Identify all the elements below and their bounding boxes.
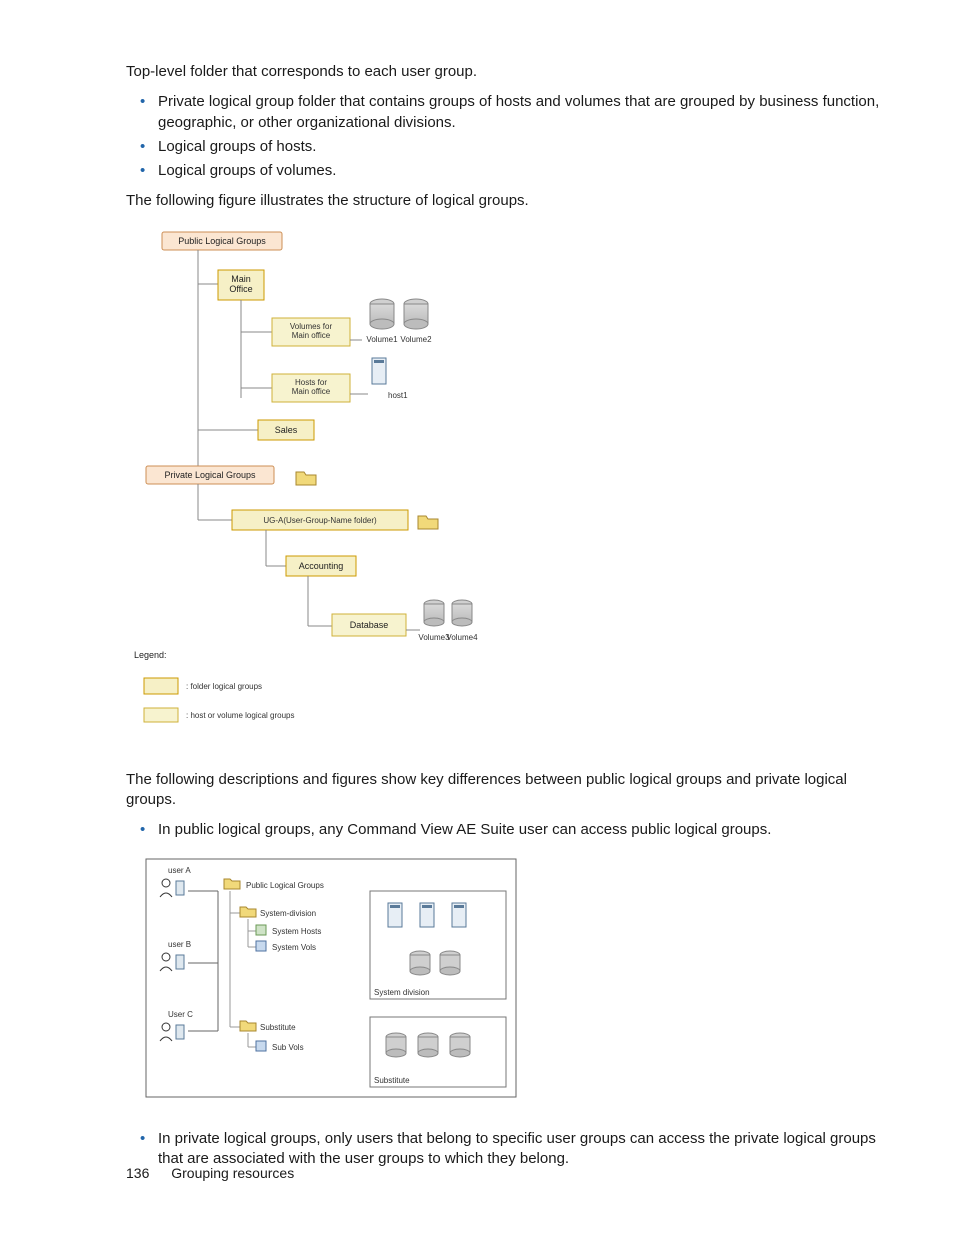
label-sys-div: System-division — [260, 909, 316, 918]
host-icon — [420, 903, 434, 927]
intro-text: Top-level folder that corresponds to eac… — [126, 62, 894, 82]
host-icon — [452, 903, 466, 927]
list-item: Logical groups of volumes. — [136, 161, 894, 181]
label-substitute: Substitute — [260, 1023, 296, 1032]
host-icon — [388, 903, 402, 927]
list-item: Private logical group folder that contai… — [136, 92, 894, 133]
label-public-lg: Public Logical Groups — [178, 236, 266, 246]
label-vol3: Volume3 — [418, 633, 450, 642]
figure-logical-groups-structure: Public Logical Groups MainOffice Volumes… — [126, 226, 894, 752]
label-sub-vols: Sub Vols — [272, 1043, 304, 1052]
vols-icon — [256, 1041, 266, 1051]
label-vol1: Volume1 — [366, 335, 398, 344]
folder-icon — [224, 879, 240, 889]
label-vols-main: Volumes forMain office — [290, 322, 333, 340]
cylinder-icon — [440, 951, 460, 975]
legend-swatch-hv — [144, 708, 178, 722]
label-main-office: MainOffice — [229, 274, 252, 294]
figure-public-access: user A user B User C Public Logical Grou… — [126, 855, 894, 1111]
page-number: 136 — [126, 1165, 149, 1181]
label-sys-hosts: System Hosts — [272, 927, 321, 936]
mid-bullet-list: In public logical groups, any Command Vi… — [136, 820, 894, 840]
top-bullet-list: Private logical group folder that contai… — [136, 92, 894, 181]
label-sales: Sales — [275, 425, 298, 435]
vols-icon — [256, 941, 266, 951]
folder-icon — [240, 907, 256, 917]
cylinder-icon — [418, 1033, 438, 1057]
label-user-c: User C — [168, 1010, 193, 1019]
hosts-icon — [256, 925, 266, 935]
label-public-lg2: Public Logical Groups — [246, 881, 324, 890]
mid-paragraph: The following descriptions and figures s… — [126, 770, 894, 811]
legend-swatch-folder — [144, 678, 178, 694]
legend-title: Legend: — [134, 650, 167, 660]
cylinder-icon — [424, 600, 444, 626]
list-item: Logical groups of hosts. — [136, 137, 894, 157]
cylinder-icon — [404, 299, 428, 329]
figure-lead: The following figure illustrates the str… — [126, 191, 894, 211]
label-sys-vols: System Vols — [272, 943, 316, 952]
folder-icon — [418, 516, 438, 529]
section-title-footer: Grouping resources — [171, 1165, 294, 1181]
folder-icon — [240, 1021, 256, 1031]
label-vol4: Volume4 — [446, 633, 478, 642]
label-accounting: Accounting — [299, 561, 344, 571]
label-box-sub: Substitute — [374, 1076, 410, 1085]
label-hosts-main: Hosts forMain office — [292, 378, 331, 396]
label-private-lg: Private Logical Groups — [164, 470, 256, 480]
cylinder-icon — [452, 600, 472, 626]
label-database: Database — [350, 620, 389, 630]
legend-hv-label: : host or volume logical groups — [186, 711, 295, 720]
legend-folder-label: : folder logical groups — [186, 682, 262, 691]
label-user-b: user B — [168, 940, 191, 949]
page-footer: 136 Grouping resources — [126, 1164, 294, 1183]
label-ug-folder: UG-A(User-Group-Name folder) — [263, 516, 377, 525]
label-vol2: Volume2 — [400, 335, 432, 344]
cylinder-icon — [450, 1033, 470, 1057]
cylinder-icon — [386, 1033, 406, 1057]
cylinder-icon — [410, 951, 430, 975]
label-box-sysdiv: System division — [374, 988, 430, 997]
user-icon — [160, 953, 184, 971]
user-icon — [160, 879, 184, 897]
label-user-a: user A — [168, 866, 191, 875]
label-host1: host1 — [388, 391, 408, 400]
list-item: In public logical groups, any Command Vi… — [136, 820, 894, 840]
folder-icon — [296, 472, 316, 485]
user-icon — [160, 1023, 184, 1041]
cylinder-icon — [370, 299, 394, 329]
